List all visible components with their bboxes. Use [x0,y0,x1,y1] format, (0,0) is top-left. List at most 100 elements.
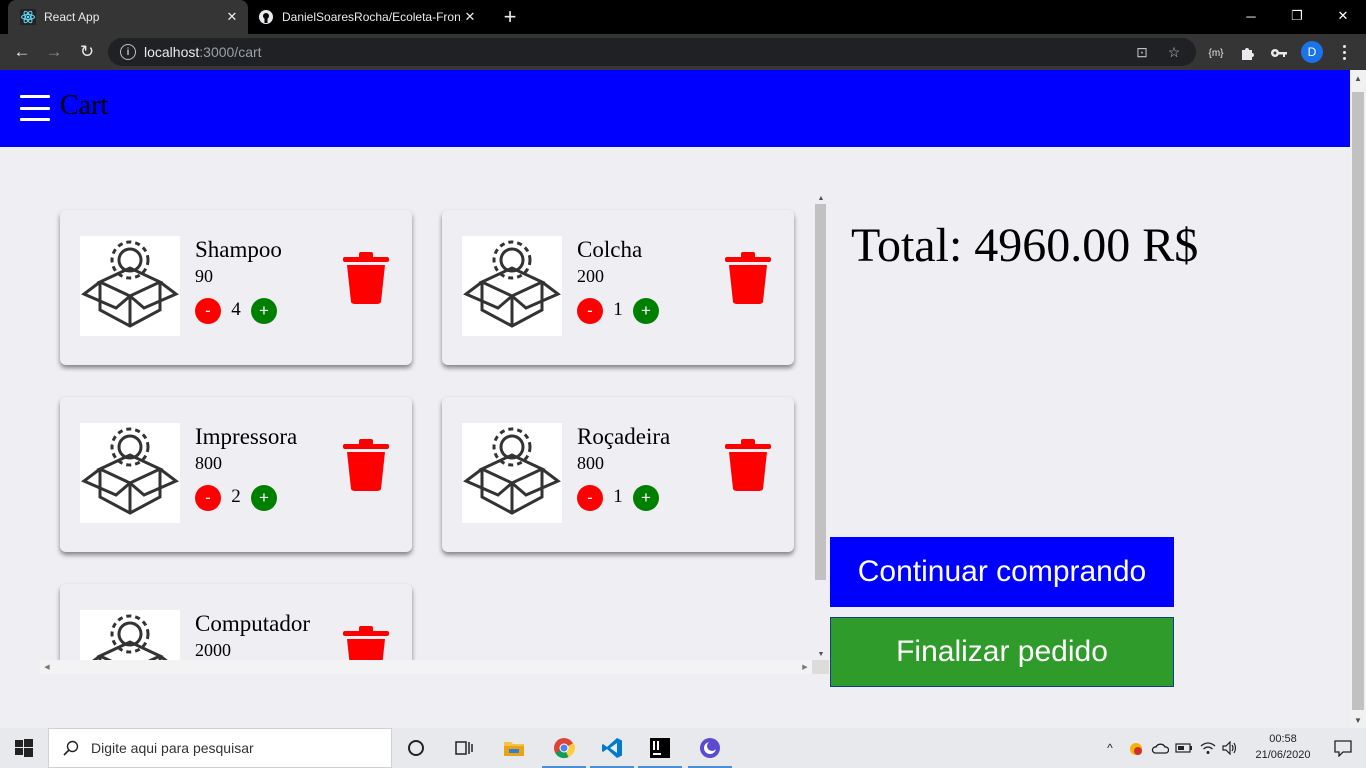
taskbar-search-input[interactable]: Digite aqui para pesquisar [48,728,392,768]
volume-icon[interactable] [1220,728,1240,768]
increase-quantity-button[interactable]: + [633,485,659,511]
restore-icon[interactable]: ❐ [1274,0,1320,32]
cart-list-horizontal-scrollbar[interactable]: ◀ ▶ [40,660,812,674]
chevron-up-icon[interactable]: ^ [1100,728,1120,768]
cart-item-list: Shampoo 90 - 4 + Colcha 200 - 1 + Impres… [40,200,828,674]
increase-quantity-button[interactable]: + [633,298,659,324]
trash-icon[interactable] [725,252,771,304]
reload-icon[interactable]: ↻ [75,40,99,64]
battery-icon[interactable] [1174,728,1194,768]
tab-title: DanielSoaresRocha/Ecoleta-Front [282,10,460,24]
product-box-icon [462,423,562,523]
cart-list-vertical-scrollbar[interactable]: ▲ ▼ [812,194,829,660]
scrollbar-corner [812,660,829,674]
search-placeholder: Digite aqui para pesquisar [91,740,254,756]
wifi-icon[interactable] [1198,728,1218,768]
trash-icon[interactable] [343,252,389,304]
windows-taskbar: Digite aqui para pesquisar ^ 00:58 21/06… [0,728,1366,768]
scroll-left-icon[interactable]: ◀ [40,660,54,674]
product-box-icon [80,423,180,523]
scroll-right-icon[interactable]: ▶ [798,660,812,674]
search-icon [63,740,79,756]
profile-avatar[interactable]: D [1301,41,1323,63]
page-title: Cart [60,90,109,121]
product-box-icon [462,236,562,336]
cart-item-card: Colcha 200 - 1 + [442,210,794,365]
clock-time: 00:58 [1269,733,1297,745]
trash-icon[interactable] [343,439,389,491]
item-price: 800 [577,453,604,473]
cart-total: Total: 4960.00 R$ [851,219,1199,272]
item-name: Impressora [195,424,298,449]
translate-icon[interactable]: ⊡ [1134,44,1150,60]
item-quantity: 1 [613,299,623,320]
close-icon[interactable]: ✕ [222,7,242,27]
puzzle-icon[interactable] [1238,44,1256,62]
key-icon[interactable] [1270,44,1288,62]
new-tab-button[interactable]: + [498,4,522,29]
vscode-icon[interactable] [588,728,636,768]
cart-item-card: Roçadeira 800 - 1 + [442,397,794,552]
onedrive-cloud-icon[interactable] [1150,728,1170,768]
cart-item-card: Impressora 800 - 2 + [60,397,412,552]
chrome-icon[interactable] [540,728,588,768]
security-icon[interactable] [1126,728,1146,768]
notification-icon[interactable] [1320,728,1366,768]
intellij-icon[interactable] [636,728,684,768]
tab-react-app[interactable]: React App ✕ [8,0,248,34]
item-name: Computador [195,611,310,636]
file-explorer-icon[interactable] [490,728,538,768]
more-menu-icon[interactable] [1334,42,1354,62]
star-icon[interactable]: ☆ [1166,44,1182,60]
increase-quantity-button[interactable]: + [251,298,277,324]
decrease-quantity-button[interactable]: - [577,298,603,324]
item-price: 90 [195,266,213,286]
decrease-quantity-button[interactable]: - [195,485,221,511]
finish-order-button[interactable]: Finalizar pedido [830,617,1174,687]
address-host: localhost [144,44,200,60]
close-icon[interactable]: ✕ [460,7,480,27]
item-price: 200 [577,266,604,286]
item-price: 800 [195,453,222,473]
page-vertical-scrollbar[interactable]: ▲ ▼ [1350,70,1366,728]
product-box-icon [80,236,180,336]
increase-quantity-button[interactable]: + [251,485,277,511]
back-arrow-icon[interactable]: ← [10,40,34,64]
minimize-icon[interactable]: ─ [1228,0,1274,32]
scrollbar-thumb[interactable] [1352,92,1364,710]
task-view-icon[interactable] [440,728,488,768]
github-icon [258,9,274,25]
cart-item-card: Shampoo 90 - 4 + [60,210,412,365]
trash-icon[interactable] [725,439,771,491]
forward-arrow-icon[interactable]: → [42,40,66,64]
scroll-down-icon[interactable]: ▼ [1350,712,1366,728]
app-header: Cart [0,70,1350,147]
app-moon-icon[interactable] [686,728,734,768]
item-price: 2000 [195,640,231,660]
windows-start-icon[interactable] [0,728,48,768]
tab-title: React App [44,10,100,24]
item-name: Colcha [577,237,643,262]
item-quantity: 1 [613,486,623,507]
address-bar[interactable]: i localhost:3000/cart ⊡ ☆ [108,38,1196,66]
item-quantity: 2 [231,486,241,507]
item-name: Roçadeira [577,424,671,449]
tab-github[interactable]: DanielSoaresRocha/Ecoleta-Front ✕ [250,0,486,34]
decrease-quantity-button[interactable]: - [195,298,221,324]
extension-m-icon[interactable]: {m} [1207,44,1225,62]
scroll-up-icon[interactable]: ▲ [1350,70,1366,86]
scroll-down-icon[interactable]: ▼ [814,648,828,660]
scrollbar-thumb[interactable] [815,204,826,580]
hamburger-menu-icon[interactable] [20,95,50,121]
decrease-quantity-button[interactable]: - [577,485,603,511]
item-quantity: 4 [231,299,241,320]
taskbar-clock[interactable]: 00:58 21/06/2020 [1248,731,1318,763]
scroll-up-icon[interactable]: ▲ [814,192,828,204]
cortana-icon[interactable] [392,728,440,768]
browser-toolbar: ← → ↻ i localhost:3000/cart ⊡ ☆ {m} D [0,34,1366,70]
continue-shopping-button[interactable]: Continuar comprando [830,537,1174,607]
close-window-icon[interactable]: ✕ [1320,0,1366,32]
clock-date: 21/06/2020 [1255,749,1311,761]
react-icon [20,9,36,25]
info-icon[interactable]: i [120,44,136,60]
